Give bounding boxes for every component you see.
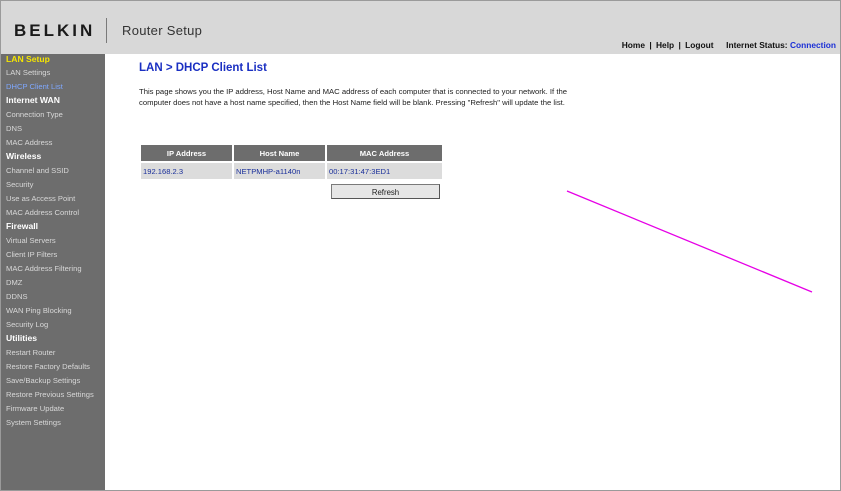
sidebar-item-dmz[interactable]: DMZ [6,278,22,287]
sidebar-item-channel-ssid[interactable]: Channel and SSID [6,166,69,175]
brand-logo: BELKIN [14,21,96,40]
sidebar-item-mac-address-filtering[interactable]: MAC Address Filtering [6,264,82,273]
internet-status-label: Internet Status: [726,40,788,50]
router-setup-window: BELKIN Router Setup Home | Help | Logout… [0,0,841,491]
sidebar-nav: LAN Setup LAN Settings DHCP Client List … [1,54,105,490]
sidebar-item-system-settings[interactable]: System Settings [6,418,61,427]
sidebar-item-restore-factory-defaults[interactable]: Restore Factory Defaults [6,362,90,371]
sidebar-item-wan-ping-blocking[interactable]: WAN Ping Blocking [6,306,72,315]
sidebar-item-mac-address-control[interactable]: MAC Address Control [6,208,79,217]
sidebar-item-save-backup-settings[interactable]: Save/Backup Settings [6,376,80,385]
refresh-button[interactable]: Refresh [331,184,440,199]
sidebar-item-mac-address[interactable]: MAC Address [6,138,52,147]
sidebar-section-lan-setup[interactable]: LAN Setup [6,54,50,64]
column-header-host-name: Host Name [234,145,325,161]
sidebar-item-access-point[interactable]: Use as Access Point [6,194,75,203]
nav-separator: | [649,40,652,50]
cell-ip-address: 192.168.2.3 [141,163,232,179]
sidebar-item-restore-previous-settings[interactable]: Restore Previous Settings [6,390,94,399]
nav-separator: | [678,40,681,50]
sidebar-item-restart-router[interactable]: Restart Router [6,348,55,357]
logo-divider [106,18,107,43]
sidebar-item-security[interactable]: Security [6,180,33,189]
sidebar-item-dns[interactable]: DNS [6,124,22,133]
cell-mac-address: 00:17:31:47:3ED1 [327,163,442,179]
help-link[interactable]: Help [656,40,674,50]
sidebar-section-utilities[interactable]: Utilities [6,333,37,343]
sidebar-section-internet-wan[interactable]: Internet WAN [6,95,60,105]
column-header-ip-address: IP Address [141,145,232,161]
content-area: LAN > DHCP Client List This page shows y… [105,54,840,490]
sidebar-section-firewall[interactable]: Firewall [6,221,38,231]
column-header-mac-address: MAC Address [327,145,442,161]
app-title: Router Setup [122,23,203,38]
cell-host-name: NETPMHP-a1140n [234,163,325,179]
sidebar-item-lan-settings[interactable]: LAN Settings [6,68,50,77]
sidebar-item-client-ip-filters[interactable]: Client IP Filters [6,250,57,259]
logout-link[interactable]: Logout [685,40,713,50]
sidebar-item-security-log[interactable]: Security Log [6,320,48,329]
top-nav: Home | Help | Logout Internet Status: Co… [622,40,836,50]
page-description: This page shows you the IP address, Host… [139,87,568,107]
table-header-row: IP Address Host Name MAC Address [141,145,442,161]
sidebar-section-wireless[interactable]: Wireless [6,151,41,161]
header-bar: BELKIN Router Setup Home | Help | Logout… [1,1,840,54]
page-title: LAN > DHCP Client List [139,62,267,74]
sidebar-item-firmware-update[interactable]: Firmware Update [6,404,64,413]
table-row: 192.168.2.3 NETPMHP-a1140n 00:17:31:47:3… [141,163,442,179]
dhcp-client-table: IP Address Host Name MAC Address 192.168… [139,143,444,181]
sidebar-item-dhcp-client-list[interactable]: DHCP Client List [6,82,63,91]
home-link[interactable]: Home [622,40,645,50]
sidebar-item-connection-type[interactable]: Connection Type [6,110,63,119]
sidebar-item-ddns[interactable]: DDNS [6,292,28,301]
internet-status-value[interactable]: Connection [790,40,836,50]
sidebar-item-virtual-servers[interactable]: Virtual Servers [6,236,56,245]
